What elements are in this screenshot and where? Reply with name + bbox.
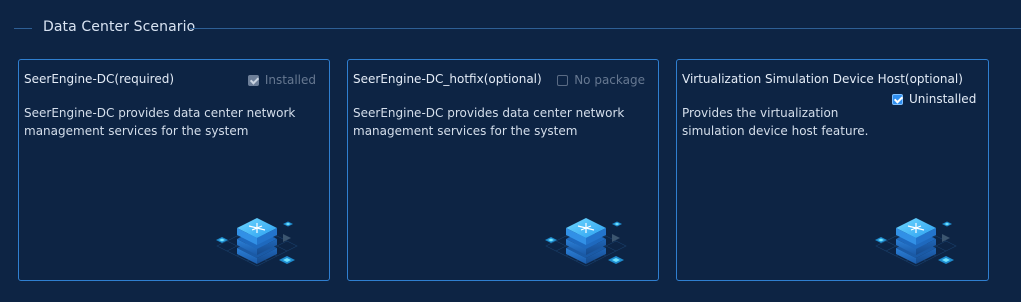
install-checkbox: No package <box>557 73 645 87</box>
section-divider-left <box>14 28 32 29</box>
checkbox-label: No package <box>574 73 645 87</box>
component-card-virtualization-simulation: Virtualization Simulation Device Host(op… <box>676 59 989 281</box>
section-divider-right <box>190 28 1021 29</box>
install-checkbox: Installed <box>247 73 316 87</box>
checkbox-checked-icon[interactable] <box>892 93 904 105</box>
install-checkbox[interactable]: Uninstalled <box>892 92 976 106</box>
section-header: Data Center Scenario <box>14 18 1021 40</box>
checkbox-unchecked-icon <box>557 74 569 86</box>
card-description: SeerEngine-DC provides data center netwo… <box>353 106 625 138</box>
component-card-seerengine-dc-hotfix: SeerEngine-DC_hotfix(optional) No packag… <box>347 59 659 281</box>
installer-page: Data Center Scenario SeerEngine-DC(requi… <box>0 0 1021 302</box>
stacked-server-icon <box>536 202 636 274</box>
card-title: SeerEngine-DC_hotfix(optional) <box>353 72 542 86</box>
component-card-seerengine-dc: SeerEngine-DC(required) Installed SeerEn… <box>18 59 330 281</box>
checkbox-label: Installed <box>264 73 316 87</box>
card-description: SeerEngine-DC provides data center netwo… <box>24 106 296 138</box>
section-title: Data Center Scenario <box>43 19 196 35</box>
checkbox-checked-icon <box>247 74 259 86</box>
card-title: Virtualization Simulation Device Host(op… <box>682 72 963 86</box>
stacked-server-icon <box>207 202 307 274</box>
stacked-server-icon <box>866 202 966 274</box>
checkbox-label[interactable]: Uninstalled <box>909 92 976 106</box>
card-title: SeerEngine-DC(required) <box>24 72 175 86</box>
card-description: Provides the virtualization simulation d… <box>682 106 869 138</box>
